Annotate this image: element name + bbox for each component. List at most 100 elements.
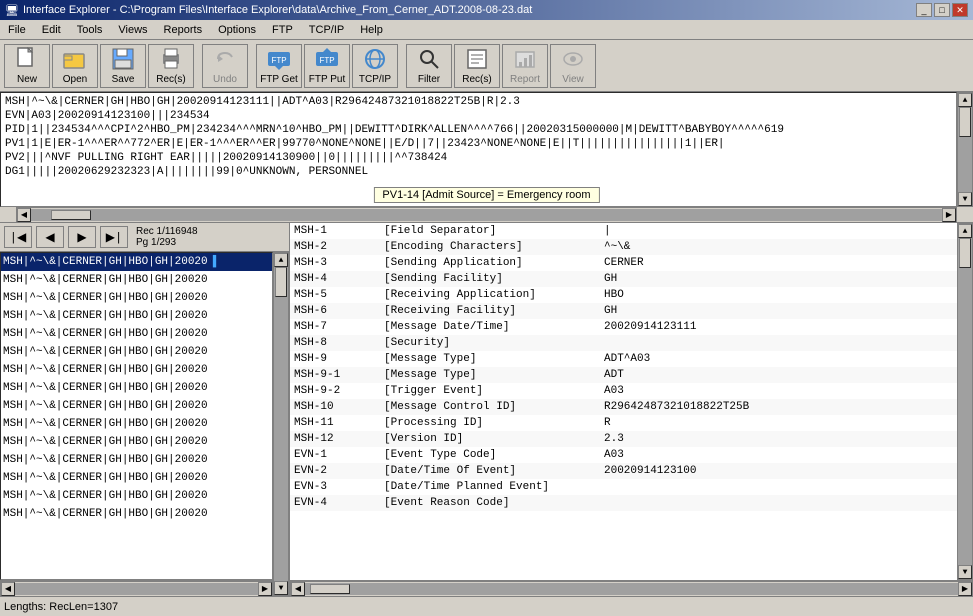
- menu-help[interactable]: Help: [352, 22, 391, 38]
- field-h-track: [305, 583, 958, 595]
- h-scroll-thumb[interactable]: [51, 210, 91, 220]
- first-record-button[interactable]: |◀: [4, 226, 32, 248]
- text-hscroll-bar: ◀ ▶: [0, 207, 973, 223]
- table-row[interactable]: MSH-9[Message Type]ADT^A03: [290, 351, 957, 367]
- open-button[interactable]: Open: [52, 44, 98, 88]
- svg-text:FTP: FTP: [271, 56, 286, 65]
- window-title: Interface Explorer - C:\Program Files\In…: [23, 4, 532, 16]
- table-row[interactable]: EVN-2[Date/Time Of Event]20020914123100: [290, 463, 957, 479]
- report-button[interactable]: Report: [502, 44, 548, 88]
- view-icon: [559, 47, 587, 72]
- list-item[interactable]: MSH|^~\&|CERNER|GH|HBO|GH|20020: [1, 505, 272, 523]
- split-area: |◀ ◀ ▶ ▶| Rec 1/116948 Pg 1/293 MSH|^~\&…: [0, 223, 973, 596]
- list-item[interactable]: MSH|^~\&|CERNER|GH|HBO|GH|20020: [1, 307, 272, 325]
- field-scroll-down[interactable]: ▼: [958, 565, 972, 579]
- table-row[interactable]: MSH-2[Encoding Characters]^~\&: [290, 239, 957, 255]
- recs-button[interactable]: Rec(s): [454, 44, 500, 88]
- list-item[interactable]: MSH|^~\&|CERNER|GH|HBO|GH|20020: [1, 469, 272, 487]
- menu-ftp[interactable]: FTP: [264, 22, 301, 38]
- text-horizontal-scrollbar[interactable]: ◀ ▶: [16, 207, 957, 223]
- text-vertical-scrollbar[interactable]: ▲ ▼: [957, 92, 973, 207]
- list-item[interactable]: MSH|^~\&|CERNER|GH|HBO|GH|20020: [1, 487, 272, 505]
- list-item[interactable]: MSH|^~\&|CERNER|GH|HBO|GH|20020: [1, 433, 272, 451]
- table-row[interactable]: MSH-9-1[Message Type]ADT: [290, 367, 957, 383]
- list-item[interactable]: MSH|^~\&|CERNER|GH|HBO|GH|20020: [1, 397, 272, 415]
- scroll-up-arrow[interactable]: ▲: [958, 93, 972, 107]
- scroll-right-arrow[interactable]: ▶: [942, 208, 956, 222]
- minimize-button[interactable]: _: [916, 3, 932, 17]
- table-row[interactable]: MSH-6[Receiving Facility]GH: [290, 303, 957, 319]
- menu-options[interactable]: Options: [210, 22, 264, 38]
- field-h-thumb[interactable]: [310, 584, 350, 594]
- table-row[interactable]: EVN-1[Event Type Code]A03: [290, 447, 957, 463]
- table-row[interactable]: MSH-3[Sending Application]CERNER: [290, 255, 957, 271]
- field-scroll-right[interactable]: ▶: [958, 582, 972, 596]
- new-button[interactable]: New: [4, 44, 50, 88]
- scroll-thumb[interactable]: [959, 107, 971, 137]
- list-horizontal-scrollbar[interactable]: ◀ ▶: [0, 581, 273, 597]
- menu-reports[interactable]: Reports: [156, 22, 211, 38]
- field-v-thumb[interactable]: [959, 238, 971, 268]
- list-scroll-up[interactable]: ▲: [274, 253, 288, 267]
- list-item[interactable]: MSH|^~\&|CERNER|GH|HBO|GH|20020: [1, 415, 272, 433]
- list-item[interactable]: MSH|^~\&|CERNER|GH|HBO|GH|20020: [1, 379, 272, 397]
- filter-button[interactable]: Filter: [406, 44, 452, 88]
- field-name-cell: MSH-11: [290, 415, 380, 431]
- field-desc-cell: [Encoding Characters]: [380, 239, 600, 255]
- recs-print-button[interactable]: Rec(s): [148, 44, 194, 88]
- list-item[interactable]: MSH|^~\&|CERNER|GH|HBO|GH|20020: [1, 361, 272, 379]
- menu-file[interactable]: File: [0, 22, 34, 38]
- menu-tools[interactable]: Tools: [69, 22, 111, 38]
- table-row[interactable]: EVN-4[Event Reason Code]: [290, 495, 957, 511]
- field-horizontal-scrollbar[interactable]: ◀ ▶: [290, 581, 973, 597]
- field-value-cell: A03: [600, 383, 957, 399]
- list-scroll-left[interactable]: ◀: [1, 582, 15, 596]
- table-row[interactable]: EVN-3[Date/Time Planned Event]: [290, 479, 957, 495]
- close-button[interactable]: ✕: [952, 3, 968, 17]
- list-scroll-down[interactable]: ▼: [274, 581, 288, 595]
- table-row[interactable]: MSH-5[Receiving Application]HBO: [290, 287, 957, 303]
- save-button[interactable]: Save: [100, 44, 146, 88]
- ftp-put-button[interactable]: FTP FTP Put: [304, 44, 350, 88]
- next-record-button[interactable]: ▶: [68, 226, 96, 248]
- menu-bar: File Edit Tools Views Reports Options FT…: [0, 20, 973, 40]
- field-vertical-scrollbar[interactable]: ▲ ▼: [957, 223, 973, 580]
- tcpip-button[interactable]: TCP/IP: [352, 44, 398, 88]
- table-row[interactable]: MSH-10[Message Control ID]R2964248732101…: [290, 399, 957, 415]
- menu-edit[interactable]: Edit: [34, 22, 69, 38]
- field-name-cell: EVN-2: [290, 463, 380, 479]
- record-info: Rec 1/116948 Pg 1/293: [132, 226, 202, 248]
- table-row[interactable]: MSH-7[Message Date/Time]20020914123111: [290, 319, 957, 335]
- field-desc-cell: [Receiving Application]: [380, 287, 600, 303]
- list-vertical-scrollbar[interactable]: ▲ ▼: [273, 252, 289, 596]
- field-name-cell: MSH-5: [290, 287, 380, 303]
- menu-tcpip[interactable]: TCP/IP: [301, 22, 352, 38]
- prev-record-button[interactable]: ◀: [36, 226, 64, 248]
- ftp-get-button[interactable]: FTP FTP Get: [256, 44, 302, 88]
- scroll-down-arrow[interactable]: ▼: [958, 192, 972, 206]
- table-row[interactable]: MSH-8[Security]: [290, 335, 957, 351]
- scroll-left-arrow[interactable]: ◀: [17, 208, 31, 222]
- table-row[interactable]: MSH-1[Field Separator]|: [290, 223, 957, 239]
- last-record-button[interactable]: ▶|: [100, 226, 128, 248]
- list-item[interactable]: MSH|^~\&|CERNER|GH|HBO|GH|20020▐: [1, 253, 272, 271]
- list-v-thumb[interactable]: [275, 267, 287, 297]
- table-row[interactable]: MSH-4[Sending Facility]GH: [290, 271, 957, 287]
- list-scroll-right[interactable]: ▶: [258, 582, 272, 596]
- list-item[interactable]: MSH|^~\&|CERNER|GH|HBO|GH|20020: [1, 271, 272, 289]
- table-row[interactable]: MSH-9-2[Trigger Event]A03: [290, 383, 957, 399]
- left-bottom-scroll: ◀ ▶: [0, 580, 273, 596]
- list-item[interactable]: MSH|^~\&|CERNER|GH|HBO|GH|20020: [1, 343, 272, 361]
- field-scroll-left[interactable]: ◀: [291, 582, 305, 596]
- view-button[interactable]: View: [550, 44, 596, 88]
- field-scroll-up[interactable]: ▲: [958, 224, 972, 238]
- menu-views[interactable]: Views: [110, 22, 155, 38]
- maximize-button[interactable]: □: [934, 3, 950, 17]
- table-row[interactable]: MSH-12[Version ID]2.3: [290, 431, 957, 447]
- undo-button[interactable]: Undo: [202, 44, 248, 88]
- record-counter: Rec 1/116948: [136, 226, 198, 237]
- list-item[interactable]: MSH|^~\&|CERNER|GH|HBO|GH|20020: [1, 325, 272, 343]
- list-item[interactable]: MSH|^~\&|CERNER|GH|HBO|GH|20020: [1, 451, 272, 469]
- table-row[interactable]: MSH-11[Processing ID]R: [290, 415, 957, 431]
- list-item[interactable]: MSH|^~\&|CERNER|GH|HBO|GH|20020: [1, 289, 272, 307]
